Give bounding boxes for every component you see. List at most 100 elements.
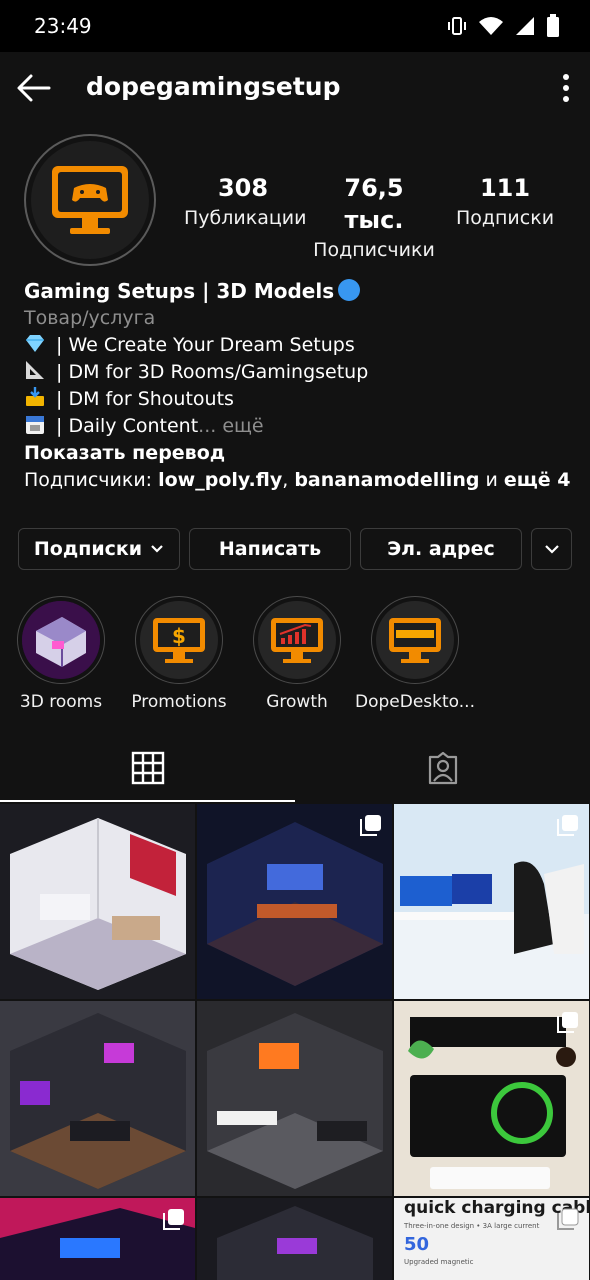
show-translation-link[interactable]: Показать перевод bbox=[24, 440, 574, 467]
highlight-3d-rooms[interactable]: 3D rooms bbox=[1, 596, 121, 712]
bio-line: | Daily Content... ещё bbox=[24, 413, 574, 440]
following-button[interactable]: Подписки bbox=[18, 528, 180, 570]
ad-subtext: Upgraded magnetic bbox=[404, 1258, 474, 1266]
chevron-down-icon bbox=[151, 545, 163, 553]
verified-dot-icon bbox=[338, 279, 361, 301]
profile-avatar[interactable] bbox=[24, 134, 156, 266]
email-button[interactable]: Эл. адрес bbox=[360, 528, 522, 570]
suggested-accounts-button[interactable] bbox=[531, 528, 572, 570]
post-thumbnail[interactable] bbox=[0, 1198, 195, 1280]
signal-icon bbox=[516, 17, 534, 35]
isometric-purple-room-image bbox=[0, 1001, 195, 1196]
carousel-icon bbox=[557, 815, 578, 836]
wifi-icon bbox=[479, 17, 503, 35]
highlight-cover bbox=[376, 601, 454, 679]
profile-username: dopegamingsetup bbox=[86, 72, 341, 101]
message-button-label: Написать bbox=[218, 538, 322, 560]
highlight-ring: $ bbox=[135, 596, 223, 684]
growth-chart-monitor-icon bbox=[271, 618, 323, 663]
back-arrow-icon bbox=[17, 74, 51, 102]
more-options-button[interactable] bbox=[560, 72, 572, 104]
post-thumbnail[interactable] bbox=[0, 804, 195, 999]
dollar-monitor-icon: $ bbox=[153, 618, 205, 663]
svg-text:$: $ bbox=[172, 624, 186, 648]
stat-followers[interactable]: 76,5 тыс. Подписчики bbox=[312, 172, 436, 264]
highlight-label: Growth bbox=[266, 692, 328, 712]
dark-room-image bbox=[197, 1198, 392, 1280]
bio-name-line: Gaming Setups | 3D Models bbox=[24, 278, 574, 305]
bio-line-text: | DM for 3D Rooms/Gamingsetup bbox=[50, 361, 369, 383]
highlight-ring bbox=[371, 596, 459, 684]
follower-separator: , bbox=[282, 469, 295, 491]
highlight-label: Promotions bbox=[131, 692, 227, 712]
bio-line-text: | We Create Your Dream Setups bbox=[50, 334, 355, 356]
post-thumbnail[interactable] bbox=[394, 804, 589, 999]
ad-number: 50 bbox=[404, 1234, 430, 1255]
chevron-down-icon bbox=[544, 545, 559, 554]
highlight-cover: $ bbox=[140, 601, 218, 679]
triangular-ruler-emoji-icon bbox=[26, 361, 44, 379]
bio-line: | DM for 3D Rooms/Gamingsetup bbox=[24, 359, 574, 386]
status-bar: 23:49 bbox=[0, 0, 590, 52]
gaming-monitor-logo-icon bbox=[52, 166, 128, 234]
post-thumbnail[interactable] bbox=[197, 1198, 392, 1280]
bio-line: | We Create Your Dream Setups bbox=[24, 332, 574, 359]
carousel-icon bbox=[163, 1209, 184, 1230]
stat-posts[interactable]: 308 Публикации bbox=[184, 172, 307, 232]
follower-and: и bbox=[479, 469, 504, 491]
back-button[interactable] bbox=[16, 70, 52, 106]
stat-posts-value: 308 bbox=[217, 174, 269, 202]
carousel-icon bbox=[557, 1012, 578, 1033]
active-tab-indicator bbox=[0, 800, 295, 802]
tagged-person-icon bbox=[428, 751, 457, 785]
isometric-room-icon bbox=[22, 601, 100, 679]
bio-line: | DM for Shoutouts bbox=[24, 386, 574, 413]
vibrate-icon bbox=[448, 17, 466, 35]
ad-subtext: Three-in-one design • 3A large current bbox=[404, 1222, 540, 1230]
status-time: 23:49 bbox=[34, 14, 92, 38]
carousel-icon bbox=[360, 815, 381, 836]
more-followers-link[interactable]: ещё 4 bbox=[504, 469, 571, 491]
post-thumbnail[interactable] bbox=[394, 1001, 589, 1196]
bio-more-link[interactable]: ... ещё bbox=[198, 415, 263, 437]
post-thumbnail[interactable] bbox=[0, 1001, 195, 1196]
highlight-promotions[interactable]: $ Promotions bbox=[119, 596, 239, 712]
followed-by-prefix: Подписчики: bbox=[24, 469, 159, 491]
desktop-monitor-icon bbox=[389, 618, 441, 663]
highlight-cover bbox=[22, 601, 100, 679]
battery-icon bbox=[547, 14, 559, 37]
stat-posts-label: Публикации bbox=[184, 207, 307, 229]
tab-tagged[interactable] bbox=[295, 734, 590, 802]
highlight-ring bbox=[17, 596, 105, 684]
kebab-menu-icon bbox=[563, 74, 569, 102]
profile-display-name: Gaming Setups | 3D Models bbox=[24, 279, 335, 303]
stat-following[interactable]: 111 Подписки bbox=[452, 172, 558, 232]
stat-following-value: 111 bbox=[479, 174, 531, 202]
post-thumbnail[interactable] bbox=[197, 804, 392, 999]
highlight-label: DopeDeskto... bbox=[355, 692, 475, 712]
status-icons bbox=[446, 14, 560, 38]
post-thumbnail[interactable]: quick charging cable Three-in-one design… bbox=[394, 1198, 589, 1280]
profile-bio: Gaming Setups | 3D Models Товар/услуга |… bbox=[24, 278, 574, 494]
highlight-cover bbox=[258, 601, 336, 679]
carousel-icon bbox=[557, 1208, 579, 1230]
avatar-image bbox=[31, 141, 149, 259]
follower-link[interactable]: bananamodelling bbox=[294, 469, 479, 491]
isometric-neon-room-image bbox=[197, 1001, 392, 1196]
email-button-label: Эл. адрес bbox=[387, 538, 495, 560]
profile-tabs bbox=[0, 734, 590, 802]
message-button[interactable]: Написать bbox=[189, 528, 351, 570]
stat-followers-label: Подписчики bbox=[313, 239, 435, 261]
profile-category: Товар/услуга bbox=[24, 307, 156, 329]
highlight-label: 3D rooms bbox=[19, 692, 103, 712]
highlight-dopedesktop[interactable]: DopeDeskto... bbox=[355, 596, 475, 712]
calendar-emoji-icon bbox=[26, 416, 44, 434]
grid-icon bbox=[131, 751, 164, 785]
followed-by-line: Подписчики: low_poly.fly, bananamodellin… bbox=[24, 467, 574, 494]
post-thumbnail[interactable] bbox=[197, 1001, 392, 1196]
profile-header: dopegamingsetup bbox=[0, 52, 590, 124]
follower-link[interactable]: low_poly.fly bbox=[158, 469, 282, 491]
bio-line-text: | DM for Shoutouts bbox=[50, 388, 234, 410]
highlight-growth[interactable]: Growth bbox=[237, 596, 357, 712]
tab-posts-grid[interactable] bbox=[0, 734, 295, 802]
